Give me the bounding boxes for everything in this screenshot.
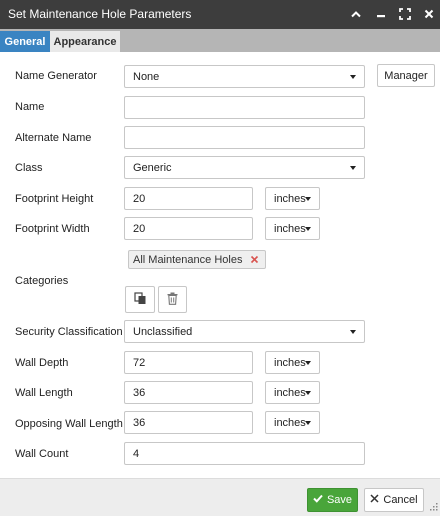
- name-generator-select[interactable]: None: [124, 65, 365, 88]
- delete-category-button[interactable]: [158, 286, 187, 313]
- check-icon: [313, 494, 323, 506]
- name-generator-label: Name Generator: [15, 70, 97, 82]
- copy-icon: [133, 291, 147, 308]
- categories-label: Categories: [15, 275, 69, 287]
- chevron-down-icon: [350, 166, 356, 170]
- class-label: Class: [15, 162, 43, 174]
- tab-bar: General Appearance: [0, 29, 440, 52]
- alternate-name-input[interactable]: [124, 126, 365, 149]
- add-category-button[interactable]: [125, 286, 155, 313]
- dialog-footer: Save Cancel: [0, 478, 440, 516]
- footprint-height-value: 20: [133, 193, 146, 205]
- name-label: Name: [15, 101, 45, 113]
- wall-depth-unit-select[interactable]: inches: [265, 351, 320, 374]
- wall-length-unit: inches: [274, 387, 306, 399]
- save-label: Save: [326, 494, 353, 506]
- wall-length-input[interactable]: 36: [124, 381, 253, 404]
- footprint-height-unit-select[interactable]: inches: [265, 187, 320, 210]
- footprint-width-label: Footprint Width: [15, 223, 90, 235]
- wall-depth-unit: inches: [274, 357, 306, 369]
- name-input[interactable]: [124, 96, 365, 119]
- opposing-wall-length-value: 36: [133, 417, 146, 429]
- opposing-wall-length-input[interactable]: 36: [124, 411, 253, 434]
- category-chip-label: All Maintenance Holes: [133, 253, 243, 266]
- class-value: Generic: [133, 162, 172, 174]
- security-classification-select[interactable]: Unclassified: [124, 320, 365, 343]
- footprint-height-unit: inches: [274, 193, 306, 205]
- footprint-height-label: Footprint Height: [15, 193, 94, 205]
- wall-count-label: Wall Count: [15, 448, 69, 460]
- alternate-name-label: Alternate Name: [15, 132, 92, 144]
- wall-length-value: 36: [133, 387, 146, 399]
- footprint-width-unit: inches: [274, 223, 306, 235]
- collapse-icon[interactable]: [348, 6, 364, 22]
- manager-button[interactable]: Manager: [377, 64, 435, 87]
- chevron-down-icon: [305, 197, 311, 201]
- opposing-wall-length-unit: inches: [274, 417, 306, 429]
- remove-icon[interactable]: [250, 255, 259, 264]
- resize-grip-icon[interactable]: [430, 502, 438, 514]
- footprint-width-value: 20: [133, 223, 146, 235]
- wall-depth-label: Wall Depth: [15, 357, 69, 369]
- save-button[interactable]: Save: [307, 488, 358, 512]
- close-icon: [370, 494, 379, 506]
- footprint-width-unit-select[interactable]: inches: [265, 217, 320, 240]
- security-classification-value: Unclassified: [133, 326, 193, 338]
- trash-icon: [167, 292, 178, 308]
- maximize-icon[interactable]: [397, 6, 413, 22]
- tab-appearance[interactable]: Appearance: [50, 31, 120, 52]
- category-chip: All Maintenance Holes: [128, 250, 267, 269]
- chevron-down-icon: [305, 391, 311, 395]
- wall-length-unit-select[interactable]: inches: [265, 381, 320, 404]
- chevron-down-icon: [305, 421, 311, 425]
- footprint-width-input[interactable]: 20: [124, 217, 253, 240]
- opposing-wall-length-label: Opposing Wall Length: [15, 418, 123, 430]
- minimize-icon[interactable]: [373, 6, 389, 22]
- name-generator-value: None: [133, 71, 160, 83]
- wall-length-label: Wall Length: [15, 387, 73, 399]
- chevron-down-icon: [305, 361, 311, 365]
- chevron-down-icon: [350, 75, 356, 79]
- cancel-label: Cancel: [383, 494, 418, 506]
- wall-depth-input[interactable]: 72: [124, 351, 253, 374]
- opposing-wall-length-unit-select[interactable]: inches: [265, 411, 320, 434]
- cancel-button[interactable]: Cancel: [364, 488, 424, 512]
- wall-count-input[interactable]: 4: [124, 442, 365, 465]
- tab-general[interactable]: General: [0, 31, 50, 52]
- title-bar: Set Maintenance Hole Parameters: [0, 0, 440, 29]
- footprint-height-input[interactable]: 20: [124, 187, 253, 210]
- close-icon[interactable]: [421, 6, 437, 22]
- chevron-down-icon: [305, 227, 311, 231]
- class-select[interactable]: Generic: [124, 156, 365, 179]
- wall-depth-value: 72: [133, 357, 146, 369]
- chevron-down-icon: [350, 330, 356, 334]
- security-classification-label: Security Classification: [15, 326, 123, 338]
- wall-count-value: 4: [133, 448, 140, 460]
- window-title: Set Maintenance Hole Parameters: [8, 7, 192, 21]
